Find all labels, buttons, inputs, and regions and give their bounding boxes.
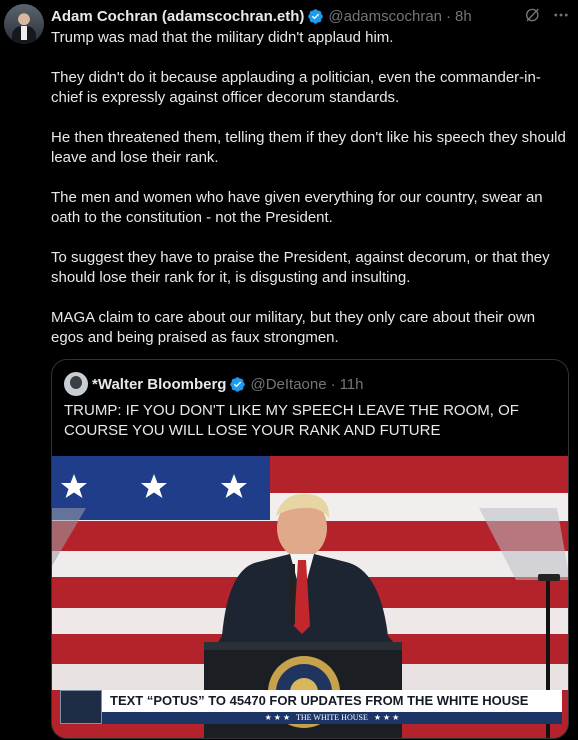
quote-author-handle[interactable]: @DeItaone (250, 376, 326, 393)
quote-time[interactable]: 11h (340, 376, 364, 393)
chyron-ticker: ★ ★ ★ THE WHITE HOUSE ★ ★ ★ (102, 712, 562, 724)
author-handle[interactable]: @adamscochran (328, 8, 442, 25)
post-paragraph: MAGA claim to care about our military, b… (51, 309, 536, 346)
post-paragraph: They didn't do it because applauding a p… (51, 69, 541, 106)
post-paragraph: The men and women who have given everyth… (51, 189, 543, 226)
chyron-logo (60, 690, 102, 724)
quote-media-image[interactable]: TEXT “POTUS” TO 45470 FOR UPDATES FROM T… (52, 456, 568, 738)
post[interactable]: Adam Cochran (adamscochran.eth) @adamsco… (0, 0, 578, 740)
author-name[interactable]: Adam Cochran (adamscochran.eth) (51, 8, 304, 25)
post-paragraph: Trump was mad that the military didn't a… (51, 29, 394, 46)
quote-author-name[interactable]: *Walter Bloomberg (92, 376, 226, 393)
quote-header: *Walter Bloomberg @DeItaone · 11h (92, 374, 364, 394)
quote-header-separator: · (330, 375, 336, 393)
avatar-shirt (21, 26, 27, 40)
post-paragraph: He then threatened them, telling them if… (51, 129, 566, 166)
author-avatar[interactable] (4, 4, 44, 44)
verified-badge-icon (308, 8, 324, 24)
more-icon[interactable] (552, 6, 570, 24)
quote-text: TRUMP: IF YOU DON'T LIKE MY SPEECH LEAVE… (64, 402, 519, 439)
verified-badge-icon (230, 376, 246, 392)
grok-icon[interactable] (524, 6, 542, 24)
post-paragraph: To suggest they have to praise the Presi… (51, 249, 550, 286)
post-time[interactable]: 8h (455, 8, 472, 25)
quote-author-avatar[interactable] (64, 372, 88, 396)
header-separator: · (446, 7, 452, 25)
post-header: Adam Cochran (adamscochran.eth) @adamsco… (51, 6, 472, 26)
post-text: Trump was mad that the military didn't a… (51, 28, 571, 368)
tv-chyron: TEXT “POTUS” TO 45470 FOR UPDATES FROM T… (60, 690, 562, 724)
chyron-headline: TEXT “POTUS” TO 45470 FOR UPDATES FROM T… (102, 690, 562, 712)
quoted-post[interactable]: *Walter Bloomberg @DeItaone · 11h TRUMP:… (51, 359, 569, 739)
